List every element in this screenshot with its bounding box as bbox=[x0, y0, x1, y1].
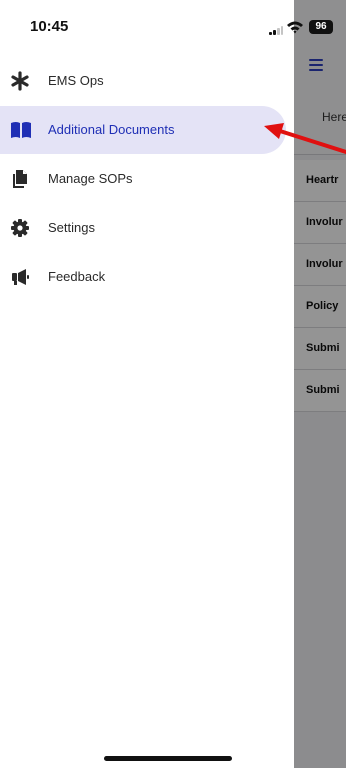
drawer-item-label: Feedback bbox=[48, 269, 106, 284]
documents-icon bbox=[10, 169, 30, 189]
drawer-item-feedback[interactable]: Feedback bbox=[0, 253, 286, 301]
drawer-item-label: EMS Ops bbox=[48, 73, 104, 88]
drawer-item-manage-sops[interactable]: Manage SOPs bbox=[0, 155, 286, 203]
cellular-signal-icon bbox=[269, 25, 283, 35]
status-time: 10:45 bbox=[30, 18, 69, 35]
drawer-item-label: Settings bbox=[48, 220, 95, 235]
asterisk-icon bbox=[10, 71, 30, 91]
wifi-icon bbox=[286, 20, 304, 34]
drawer-item-label: Manage SOPs bbox=[48, 171, 133, 186]
battery-icon: 96 bbox=[309, 20, 333, 34]
status-bar: 10:45 96 bbox=[0, 0, 346, 50]
screen: Here Heartr Involur Involur Policy Submi… bbox=[0, 0, 346, 768]
gear-icon bbox=[10, 218, 30, 238]
navigation-drawer: EMS Ops Additional Documents Manage SOPs bbox=[0, 0, 294, 768]
drawer-item-settings[interactable]: Settings bbox=[0, 204, 286, 252]
home-indicator[interactable] bbox=[104, 756, 232, 761]
megaphone-icon bbox=[10, 267, 30, 287]
drawer-item-ems-ops[interactable]: EMS Ops bbox=[0, 57, 286, 105]
annotation-arrow-icon bbox=[264, 123, 346, 154]
drawer-item-label: Additional Documents bbox=[48, 122, 175, 137]
book-icon bbox=[10, 120, 31, 140]
drawer-item-additional-documents[interactable]: Additional Documents bbox=[0, 106, 286, 154]
